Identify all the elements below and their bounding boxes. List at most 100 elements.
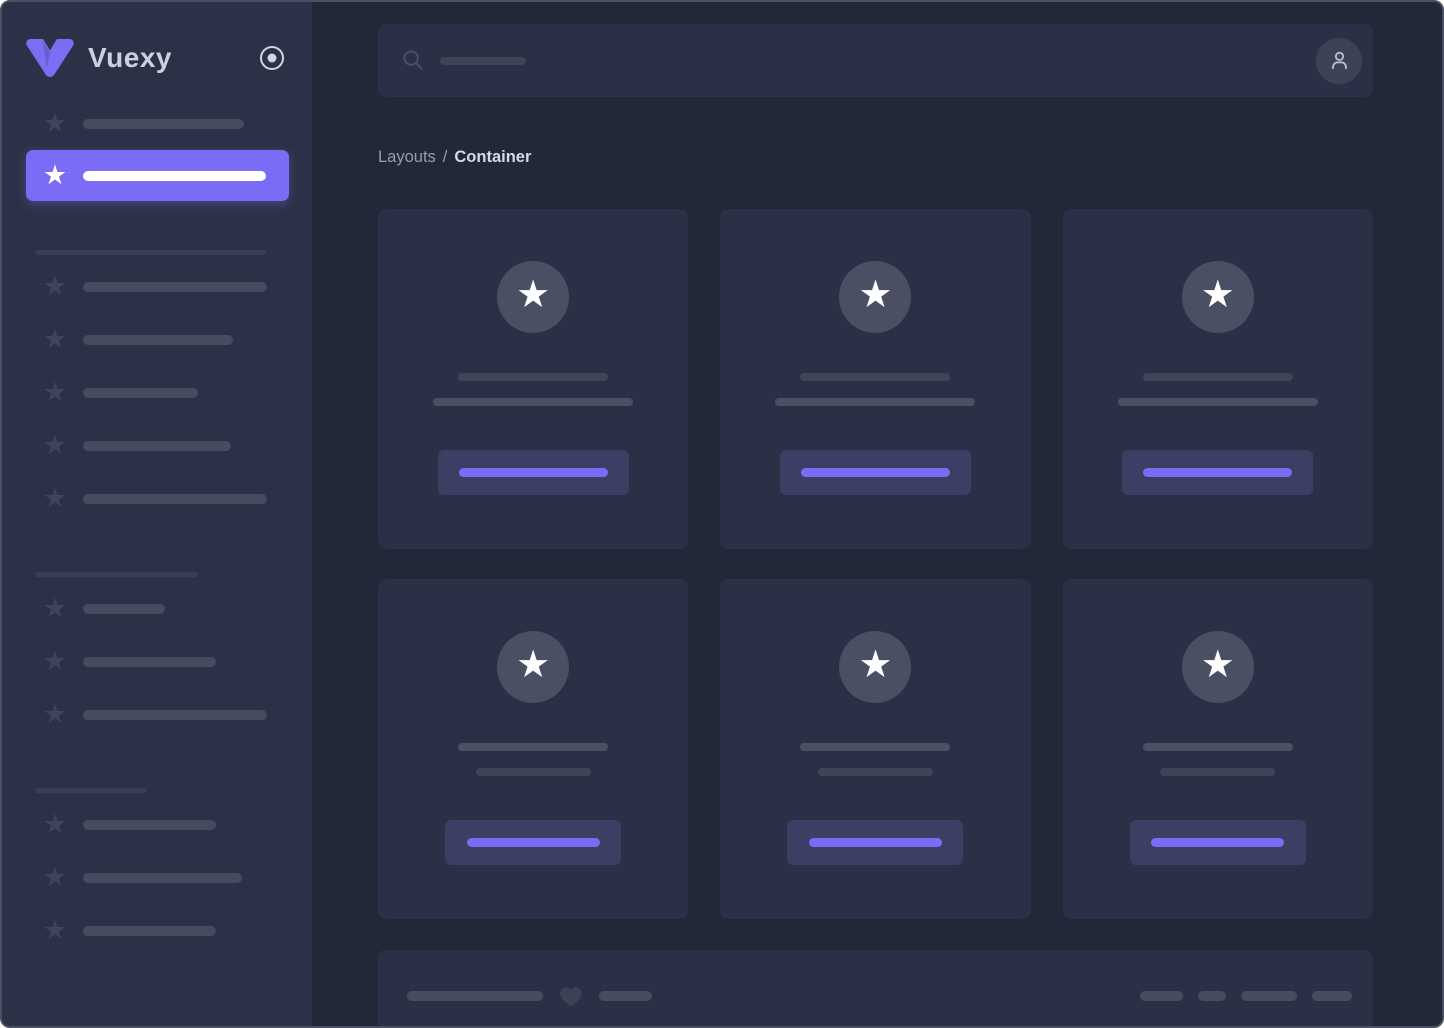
topbar xyxy=(378,24,1373,97)
card: ★ xyxy=(378,579,689,919)
button-label-skeleton xyxy=(1143,468,1293,477)
avatar-circle: ★ xyxy=(839,261,912,333)
card-action-button[interactable] xyxy=(787,820,964,865)
menu-label-skeleton xyxy=(83,494,267,504)
star-icon: ★ xyxy=(42,377,68,407)
search-icon xyxy=(402,49,425,72)
star-icon: ★ xyxy=(42,271,68,301)
menu-label-skeleton xyxy=(83,335,233,345)
text-line-skeleton xyxy=(433,398,634,406)
text-line-skeleton xyxy=(1142,743,1293,751)
brand-name: Vuexy xyxy=(88,42,172,73)
sidebar-item[interactable]: ★ xyxy=(26,593,289,623)
text-line-skeleton xyxy=(817,768,933,776)
user-avatar-button[interactable] xyxy=(1316,37,1362,84)
sidebar-item[interactable]: ★ xyxy=(26,108,289,138)
text-line-skeleton xyxy=(1142,373,1293,381)
card: ★ xyxy=(1062,209,1373,549)
breadcrumb: Layouts / Container xyxy=(378,147,1373,167)
star-icon: ★ xyxy=(42,699,68,729)
footer-link-skeleton xyxy=(1140,991,1183,1001)
search-placeholder-skeleton xyxy=(440,56,526,65)
sidebar-item-active[interactable]: ★ xyxy=(26,150,289,201)
footer-link-skeleton xyxy=(1312,991,1352,1001)
star-icon: ★ xyxy=(42,108,68,138)
card: ★ xyxy=(1062,579,1373,919)
footer-right-group xyxy=(1140,983,1352,1009)
app-window: Vuexy ★ ★ ★ ★ ★ ★ ★ ★ ★ ★ ★ ★ ★ Layouts … xyxy=(0,0,1444,1028)
menu-section-header-skeleton xyxy=(35,572,198,577)
star-icon: ★ xyxy=(42,809,68,839)
star-icon: ★ xyxy=(42,862,68,892)
sidebar-item[interactable]: ★ xyxy=(26,271,289,301)
menu-label-skeleton xyxy=(83,119,244,129)
sidebar-item[interactable]: ★ xyxy=(26,862,289,892)
sidebar-nav: ★ ★ ★ ★ ★ ★ ★ ★ ★ ★ ★ ★ ★ xyxy=(26,108,289,944)
button-label-skeleton xyxy=(808,838,942,847)
avatar-circle: ★ xyxy=(497,261,570,333)
text-line-skeleton xyxy=(458,743,609,751)
breadcrumb-current: Container xyxy=(454,148,532,166)
avatar-circle: ★ xyxy=(497,631,570,703)
footer-panel xyxy=(378,950,1373,1026)
sidebar-item[interactable]: ★ xyxy=(26,377,289,407)
sidebar-item[interactable]: ★ xyxy=(26,699,289,729)
star-icon: ★ xyxy=(516,274,551,316)
menu-label-skeleton xyxy=(83,820,216,830)
breadcrumb-separator: / xyxy=(442,148,448,166)
card: ★ xyxy=(720,579,1031,919)
search-input[interactable] xyxy=(402,24,1316,97)
sidebar-item[interactable]: ★ xyxy=(26,485,289,512)
card-action-button[interactable] xyxy=(779,450,971,495)
card-action-button[interactable] xyxy=(1129,820,1306,865)
sidebar-item[interactable]: ★ xyxy=(26,917,289,944)
text-line-skeleton xyxy=(1117,398,1318,406)
button-label-skeleton xyxy=(458,468,608,477)
menu-section-header-skeleton xyxy=(35,250,266,255)
menu-label-skeleton xyxy=(83,388,198,398)
star-icon: ★ xyxy=(516,644,551,686)
footer-text-skeleton xyxy=(407,991,543,1001)
menu-label-skeleton xyxy=(83,710,267,720)
menu-label-skeleton xyxy=(83,657,216,667)
star-icon: ★ xyxy=(42,593,68,623)
sidebar-item[interactable]: ★ xyxy=(26,646,289,676)
breadcrumb-parent[interactable]: Layouts xyxy=(378,148,436,166)
person-icon xyxy=(1327,48,1352,73)
text-line-skeleton xyxy=(800,373,951,381)
avatar-circle: ★ xyxy=(1181,631,1254,703)
text-line-skeleton xyxy=(1160,768,1276,776)
radio-dot-icon[interactable] xyxy=(258,44,286,72)
text-line-skeleton xyxy=(458,373,609,381)
card: ★ xyxy=(720,209,1031,549)
card-action-button[interactable] xyxy=(445,820,622,865)
menu-section-header-skeleton xyxy=(35,788,147,793)
star-icon: ★ xyxy=(42,430,68,460)
text-line-skeleton xyxy=(775,398,976,406)
menu-label-skeleton xyxy=(83,926,216,936)
heart-icon xyxy=(558,984,584,1008)
card: ★ xyxy=(378,209,689,549)
vuexy-logo-icon[interactable] xyxy=(26,39,74,77)
star-icon: ★ xyxy=(1200,274,1235,316)
sidebar-item[interactable]: ★ xyxy=(26,430,289,460)
main-content: Layouts / Container ★ ★ ★ ★ ★ ★ xyxy=(312,2,1442,1026)
avatar-circle: ★ xyxy=(839,631,912,703)
brand: Vuexy xyxy=(26,38,289,78)
text-line-skeleton xyxy=(475,768,591,776)
menu-label-skeleton xyxy=(83,282,267,292)
star-icon: ★ xyxy=(1200,644,1235,686)
star-icon: ★ xyxy=(42,646,68,676)
star-icon: ★ xyxy=(858,644,893,686)
text-line-skeleton xyxy=(800,743,951,751)
button-label-skeleton xyxy=(800,468,950,477)
footer-link-skeleton xyxy=(1241,991,1297,1001)
menu-label-skeleton xyxy=(83,170,266,181)
sidebar-item[interactable]: ★ xyxy=(26,809,289,839)
star-icon: ★ xyxy=(858,274,893,316)
sidebar-item[interactable]: ★ xyxy=(26,326,289,353)
menu-label-skeleton xyxy=(83,441,231,451)
card-action-button[interactable] xyxy=(437,450,629,495)
card-action-button[interactable] xyxy=(1122,450,1314,495)
button-label-skeleton xyxy=(1151,838,1285,847)
